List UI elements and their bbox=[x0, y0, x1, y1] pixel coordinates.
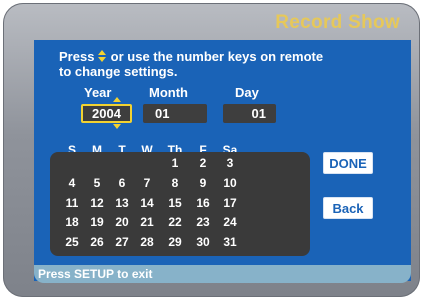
screen-frame: Record Show Press or use the number keys… bbox=[3, 3, 420, 297]
calendar-day[interactable]: 2 bbox=[190, 156, 216, 170]
calendar-day[interactable]: 18 bbox=[59, 215, 85, 229]
calendar-day[interactable]: 16 bbox=[190, 196, 216, 210]
calendar-day[interactable]: 19 bbox=[84, 215, 110, 229]
calendar-day[interactable]: 22 bbox=[162, 215, 188, 229]
back-button[interactable]: Back bbox=[323, 197, 373, 219]
calendar-day[interactable]: 6 bbox=[109, 176, 135, 190]
instructions-line2: to change settings. bbox=[59, 64, 178, 79]
year-increase-icon[interactable] bbox=[113, 97, 121, 102]
calendar-day[interactable]: 8 bbox=[162, 176, 188, 190]
calendar-day[interactable]: 21 bbox=[134, 215, 160, 229]
calendar-day[interactable]: 24 bbox=[217, 215, 243, 229]
instructions-line1-prefix: Press bbox=[59, 49, 95, 64]
instructions: Press or use the number keys on remote t… bbox=[59, 49, 399, 79]
calendar-day[interactable]: 26 bbox=[84, 235, 110, 249]
calendar-day[interactable]: 12 bbox=[84, 196, 110, 210]
status-bar: Press SETUP to exit bbox=[34, 265, 411, 283]
calendar-day[interactable]: 13 bbox=[109, 196, 135, 210]
day-field[interactable]: 01 bbox=[223, 104, 276, 123]
year-field[interactable]: 2004 bbox=[81, 104, 132, 123]
up-down-arrows-icon bbox=[98, 50, 107, 63]
calendar-day[interactable]: 27 bbox=[109, 235, 135, 249]
calendar-day[interactable]: 5 bbox=[84, 176, 110, 190]
calendar-day[interactable]: 31 bbox=[217, 235, 243, 249]
calendar-day[interactable]: 30 bbox=[190, 235, 216, 249]
done-button[interactable]: DONE bbox=[323, 152, 373, 174]
calendar-day[interactable]: 4 bbox=[59, 176, 85, 190]
instructions-line1-suffix: or use the number keys on remote bbox=[110, 49, 324, 64]
day-label: Day bbox=[235, 85, 259, 100]
month-field[interactable]: 01 bbox=[143, 104, 207, 123]
status-text: Press SETUP to exit bbox=[38, 267, 153, 281]
calendar-day[interactable]: 28 bbox=[134, 235, 160, 249]
calendar-day[interactable]: 15 bbox=[162, 196, 188, 210]
month-label: Month bbox=[149, 85, 188, 100]
record-show-panel: Press or use the number keys on remote t… bbox=[34, 40, 411, 281]
calendar-day[interactable]: 14 bbox=[134, 196, 160, 210]
calendar-day[interactable]: 3 bbox=[217, 156, 243, 170]
calendar-day[interactable]: 20 bbox=[109, 215, 135, 229]
calendar-grid: 1 2 3 4 5 6 7 8 9 10 11 12 13 14 15 16 17 18 19 20 21 22 23 24 2… bbox=[50, 152, 310, 256]
calendar-day[interactable]: 7 bbox=[134, 176, 160, 190]
calendar-day[interactable]: 9 bbox=[190, 176, 216, 190]
calendar-day[interactable]: 29 bbox=[162, 235, 188, 249]
year-decrease-icon[interactable] bbox=[113, 124, 121, 129]
calendar-day[interactable]: 11 bbox=[59, 196, 85, 210]
calendar-day[interactable]: 23 bbox=[190, 215, 216, 229]
year-label: Year bbox=[84, 85, 112, 100]
screen-title: Record Show bbox=[275, 12, 400, 33]
calendar-day[interactable]: 17 bbox=[217, 196, 243, 210]
calendar-day[interactable]: 1 bbox=[162, 156, 188, 170]
calendar-day[interactable]: 25 bbox=[59, 235, 85, 249]
calendar-day[interactable]: 10 bbox=[217, 176, 243, 190]
